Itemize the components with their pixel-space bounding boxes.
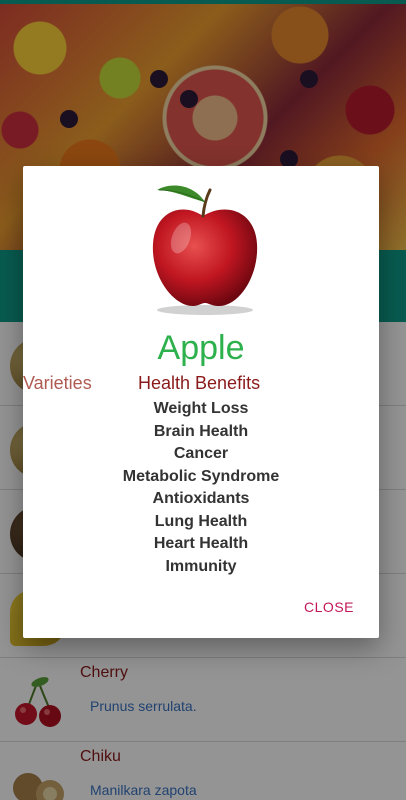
apple-icon [152,185,258,315]
tab-health-benefits[interactable]: Health Benefits [138,373,260,394]
benefit-item: Lung Health [154,512,248,530]
benefit-item: Metabolic Syndrome [122,467,280,485]
benefit-item: Brain Health [153,422,249,440]
fruit-detail-dialog: Apple Varieties Health Benefits Weight L… [23,166,379,638]
close-button[interactable]: CLOSE [304,599,354,615]
benefit-item: Cancer [173,445,229,462]
benefit-item: Antioxidants [152,490,250,507]
benefit-item: Heart Health [153,535,249,552]
benefit-item: Immunity [165,557,237,575]
benefit-item: Weight Loss [153,400,249,417]
dialog-title: Apple [157,329,245,367]
tab-varieties[interactable]: Varieties [23,373,92,394]
health-benefits-list: Weight Loss Brain Health Cancer Metaboli… [23,398,379,578]
